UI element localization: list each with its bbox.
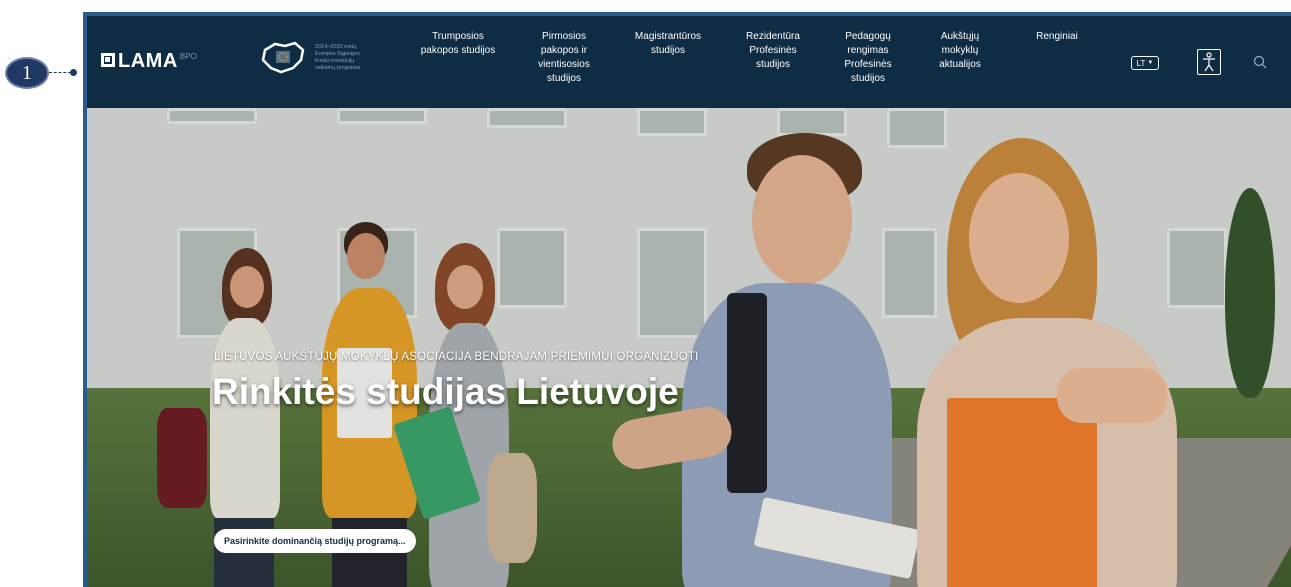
hero-banner: LIETUVOS AUKŠTŲJŲ MOKYKLŲ ASOCIACIJA BEN… xyxy=(87,108,1291,587)
nav-short-cycle[interactable]: Trumposios pakopos studijos xyxy=(420,30,496,58)
nav-events[interactable]: Renginiai xyxy=(1027,30,1087,44)
accessibility-icon xyxy=(1203,52,1215,72)
language-label: LT xyxy=(1136,58,1146,68)
nav-university-news[interactable]: Aukštųjų mokyklų aktualijos xyxy=(925,30,995,72)
accessibility-button[interactable] xyxy=(1197,49,1221,75)
annotation-dot xyxy=(70,69,77,76)
logo-suffix: BPO xyxy=(179,52,197,61)
language-selector[interactable]: LT ▼ xyxy=(1131,56,1159,70)
website-screenshot: LAMA BPO 2014–2020 metų Europos Sąjungos… xyxy=(83,12,1291,587)
eu-funds-text: 2014–2020 metų Europos Sąjungos fondų in… xyxy=(315,44,361,71)
hero-overlay xyxy=(87,108,1291,587)
nav-residency[interactable]: Rezidentūra Profesinės studijos xyxy=(735,30,811,72)
annotation-connector xyxy=(49,72,71,73)
chevron-down-icon: ▼ xyxy=(1147,60,1154,66)
search-icon[interactable] xyxy=(1253,55,1267,69)
logo-text: LAMA xyxy=(118,50,178,72)
site-logo[interactable]: LAMA BPO xyxy=(101,50,197,73)
hero-title: Rinkitės studijas Lietuvoje xyxy=(212,371,679,412)
nav-masters[interactable]: Magistrantūros studijos xyxy=(623,30,713,58)
site-header: LAMA BPO 2014–2020 metų Europos Sąjungos… xyxy=(87,16,1291,108)
logo-mark-icon xyxy=(101,53,115,67)
hero-subtitle: LIETUVOS AUKŠTŲJŲ MOKYKLŲ ASOCIACIJA BEN… xyxy=(214,351,699,363)
lithuania-map-icon xyxy=(261,41,305,74)
annotation-marker: 1 xyxy=(5,57,49,89)
nav-teacher-training[interactable]: Pedagogų rengimas Profesinės studijos xyxy=(832,30,904,86)
eu-funds-logo[interactable]: 2014–2020 metų Europos Sąjungos fondų in… xyxy=(259,40,375,76)
program-search-input[interactable]: Pasirinkite dominančią studijų programą.… xyxy=(214,529,416,553)
nav-first-cycle[interactable]: Pirmosios pakopos ir vientisosios studij… xyxy=(524,30,604,86)
